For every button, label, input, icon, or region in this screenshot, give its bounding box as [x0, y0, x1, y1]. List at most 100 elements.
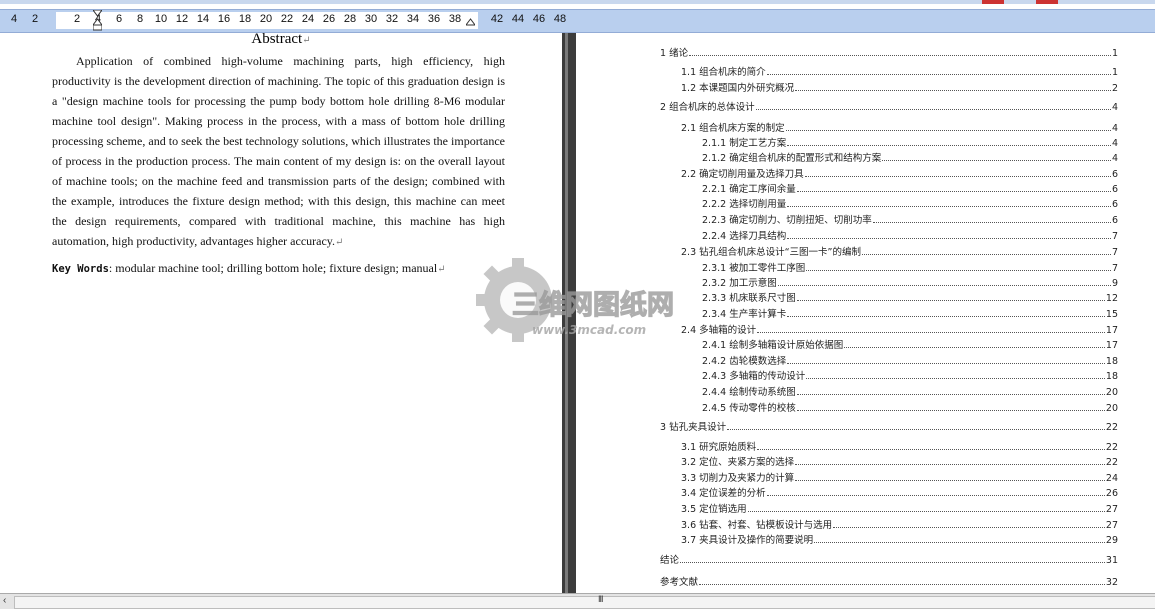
toc-entry-page: 2	[1111, 83, 1118, 94]
toc-entry-title: 3.6 钻套、衬套、钻模板设计与选用	[681, 520, 833, 531]
toc-entry-title: 3.1 研究原始质料	[681, 442, 757, 453]
toc-entry-page: 20	[1105, 387, 1118, 398]
toc-entry-title: 2.1.1 制定工艺方案	[702, 138, 787, 149]
toc-entry[interactable]: 3.5 定位销选用 27	[681, 501, 1118, 515]
toc-entry-title: 3.5 定位销选用	[681, 504, 747, 515]
ruler-number: 44	[511, 13, 525, 25]
toc-entry-page: 22	[1105, 422, 1118, 433]
scroll-left-icon[interactable]: ‹	[3, 595, 6, 606]
toc-entry-page: 17	[1105, 325, 1118, 336]
toc-entry-page: 7	[1111, 263, 1118, 274]
toc-entry-title: 2.3.2 加工示意图	[702, 278, 777, 289]
toc-leader-dots	[796, 191, 1111, 192]
scroll-track[interactable]	[14, 596, 1155, 609]
toc-entry-page: 26	[1105, 488, 1118, 499]
toc-entry[interactable]: 1 绪论 1	[660, 45, 1118, 59]
horizontal-scrollbar[interactable]: ‹ III	[0, 593, 1155, 609]
toc-entry[interactable]: 2.2.2 选择切削用量 6	[702, 196, 1118, 210]
toc-entry[interactable]: 2.3.1 被加工零件工序图 7	[702, 260, 1118, 274]
ruler-number: 38	[448, 13, 462, 25]
toc-entry-title: 2.2.1 确定工序间余量	[702, 184, 796, 195]
toc-leader-dots	[882, 160, 1111, 161]
toc-entry-page: 6	[1111, 184, 1118, 195]
toc-entry[interactable]: 3.7 夹具设计及操作的简要说明 29	[681, 532, 1118, 546]
toc-entry[interactable]: 2.3.3 机床联系尺寸图 12	[702, 290, 1118, 304]
toc-entry[interactable]: 2.1.2 确定组合机床的配置形式和结构方案 4	[702, 150, 1118, 164]
toc-entry-title: 2.1 组合机床方案的制定	[681, 123, 785, 134]
page-abstract: Abstract↵ Application of combined high-v…	[0, 33, 562, 593]
toc-leader-dots	[747, 511, 1105, 512]
toc-entry[interactable]: 2.3.2 加工示意图 9	[702, 275, 1118, 289]
toc-entry[interactable]: 参考文献 32	[660, 574, 1118, 588]
toc-entry-title: 2.4.3 多轴箱的传动设计	[702, 371, 806, 382]
ruler-number: 20	[259, 13, 273, 25]
toc-entry[interactable]: 2.4.4 绘制传动系统图 20	[702, 384, 1118, 398]
toc-leader-dots	[699, 584, 1105, 585]
ruler-number: 2	[31, 13, 39, 25]
toc-entry-page: 1	[1111, 48, 1118, 59]
toc-entry-title: 2.3.1 被加工零件工序图	[702, 263, 806, 274]
toc-entry[interactable]: 2.3 钻孔组合机床总设计“三图一卡”的编制 7	[681, 244, 1118, 258]
indent-marker-icon[interactable]	[93, 10, 102, 31]
toc-entry[interactable]: 2.4.1 绘制多轴箱设计原始依据图 17	[702, 337, 1118, 351]
toc-entry[interactable]: 2.2.3 确定切削力、切削扭矩、切削功率 6	[702, 212, 1118, 226]
toc-entry[interactable]: 2.3.4 生产率计算卡 15	[702, 306, 1118, 320]
toc-leader-dots	[766, 495, 1105, 496]
toc-entry[interactable]: 结论 31	[660, 552, 1118, 566]
toc-leader-dots	[766, 74, 1111, 75]
toc-entry-page: 7	[1111, 247, 1118, 258]
toc-entry[interactable]: 1.1 组合机床的简介 1	[681, 64, 1118, 78]
toc-entry-title: 1.2 本课题国内外研究概况	[681, 83, 795, 94]
toc-entry-page: 4	[1111, 123, 1118, 134]
toc-entry[interactable]: 2.1.1 制定工艺方案 4	[702, 135, 1118, 149]
keywords-line: Key Words: modular machine tool; drillin…	[52, 261, 446, 275]
ruler-number: 24	[301, 13, 315, 25]
toc-entry-page: 24	[1105, 473, 1118, 484]
toc-entry[interactable]: 2.4 多轴箱的设计 17	[681, 322, 1118, 336]
toc-leader-dots	[833, 527, 1105, 528]
ruler-number: 8	[136, 13, 144, 25]
toc-entry[interactable]: 3.1 研究原始质料 22	[681, 439, 1118, 453]
toc-entry[interactable]: 2.2 确定切削用量及选择刀具 6	[681, 166, 1118, 180]
toc-entry[interactable]: 2.4.3 多轴箱的传动设计 18	[702, 368, 1118, 382]
toc-entry[interactable]: 1.2 本课题国内外研究概况 2	[681, 80, 1118, 94]
toc-entry[interactable]: 2.4.2 齿轮模数选择 18	[702, 353, 1118, 367]
ruler-number: 48	[553, 13, 567, 25]
toolbar-button[interactable]	[982, 0, 1004, 4]
toc-leader-dots	[757, 332, 1105, 333]
toc-entry[interactable]: 2.2.4 选择刀具结构 7	[702, 228, 1118, 242]
toc-entry[interactable]: 3.3 切削力及夹紧力的计算 24	[681, 470, 1118, 484]
toc-entry[interactable]: 3.4 定位误差的分析 26	[681, 485, 1118, 499]
toc-entry-page: 20	[1105, 403, 1118, 414]
toc-entry-title: 2.4.1 绘制多轴箱设计原始依据图	[702, 340, 844, 351]
toc-entry-page: 7	[1111, 231, 1118, 242]
toc-leader-dots	[804, 176, 1111, 177]
ruler-number: 16	[217, 13, 231, 25]
toc-entry[interactable]: 3 钻孔夹具设计 22	[660, 419, 1118, 433]
toc-entry-page: 29	[1105, 535, 1118, 546]
toc-entry[interactable]: 2.2.1 确定工序间余量 6	[702, 181, 1118, 195]
toc-leader-dots	[787, 145, 1111, 146]
ruler-number: 2	[73, 13, 81, 25]
toc-entry[interactable]: 2.4.5 传动零件的校核 20	[702, 400, 1118, 414]
toc-entry[interactable]: 3.6 钻套、衬套、钻模板设计与选用 27	[681, 517, 1118, 531]
toc-entry-title: 1.1 组合机床的简介	[681, 67, 766, 78]
toc-entry-title: 2.3.3 机床联系尺寸图	[702, 293, 796, 304]
scroll-thumb-grip[interactable]: III	[598, 594, 603, 604]
toc-leader-dots	[861, 254, 1111, 255]
toc-entry-page: 32	[1105, 577, 1118, 588]
toc-entry[interactable]: 2.1 组合机床方案的制定 4	[681, 120, 1118, 134]
ruler-number: 22	[280, 13, 294, 25]
toc-entry-title: 3.7 夹具设计及操作的简要说明	[681, 535, 814, 546]
abstract-body: Application of combined high-volume mach…	[52, 54, 505, 248]
horizontal-ruler[interactable]: 4224681012141618202224262830323436384244…	[0, 9, 1155, 33]
toc-leader-dots	[795, 480, 1105, 481]
right-indent-marker-icon[interactable]	[466, 10, 475, 31]
toc-entry[interactable]: 3.2 定位、夹紧方案的选择 22	[681, 454, 1118, 468]
toolbar-button[interactable]	[1036, 0, 1058, 4]
toc-entry-title: 3 钻孔夹具设计	[660, 422, 727, 433]
toc-leader-dots	[787, 206, 1111, 207]
toc-entry-page: 17	[1105, 340, 1118, 351]
ruler-number: 26	[322, 13, 336, 25]
toc-entry[interactable]: 2 组合机床的总体设计 4	[660, 99, 1118, 113]
